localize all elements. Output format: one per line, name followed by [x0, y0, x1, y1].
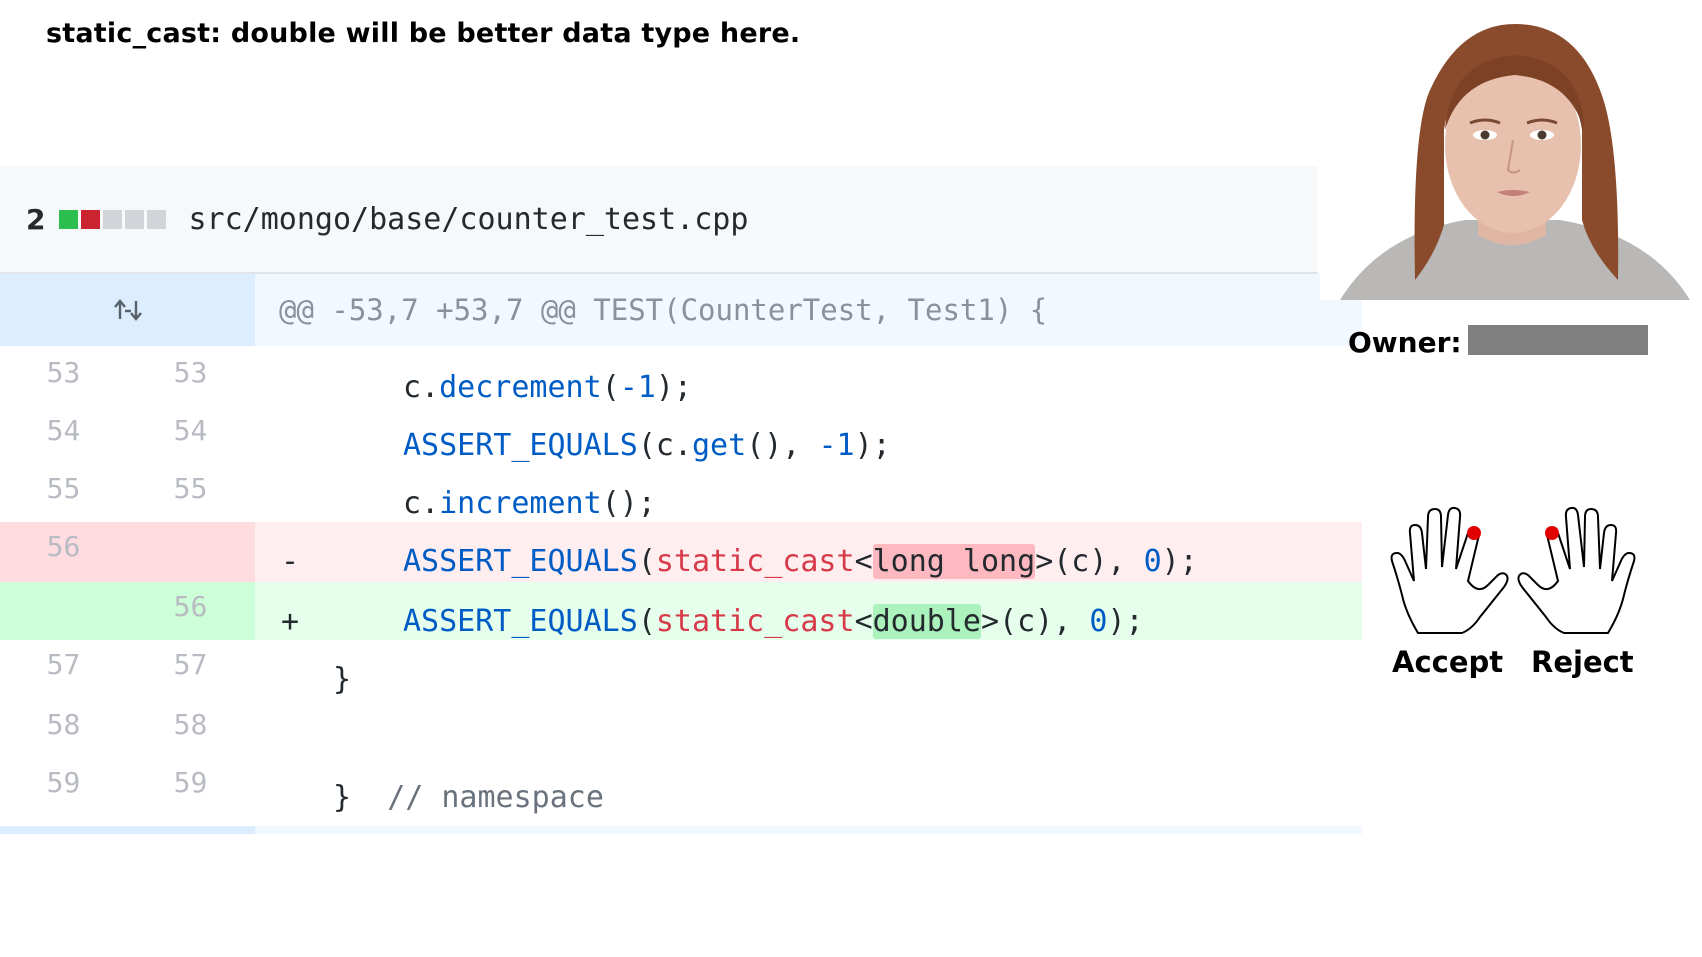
- code-content: ASSERT_EQUALS(c.get(), -1);: [403, 428, 891, 463]
- old-line-number[interactable]: [0, 582, 127, 640]
- owner-label: Owner:: [1348, 326, 1462, 359]
- old-line-number[interactable]: 58: [0, 700, 127, 758]
- new-line-number[interactable]: 57: [127, 640, 254, 700]
- diff-panel: 2 src/mongo/base/counter_test.cpp @@ -53…: [0, 166, 1362, 841]
- accept-button[interactable]: Accept: [1392, 645, 1503, 679]
- code-content: c.increment();: [403, 486, 656, 521]
- new-line-number[interactable]: 53: [127, 348, 254, 406]
- diffstat-block-neutral: [125, 209, 145, 229]
- diff-line: 53 53 c.decrement(-1);: [0, 348, 1362, 406]
- diff-line: 54 54 ASSERT_EQUALS(c.get(), -1);: [0, 406, 1362, 464]
- added-type: double: [872, 604, 981, 639]
- diff-line: 59 59 } // namespace: [0, 758, 1362, 824]
- code-content: [255, 700, 1362, 758]
- old-line-number[interactable]: 59: [0, 758, 127, 824]
- old-line-number[interactable]: 56: [0, 522, 127, 582]
- new-line-number[interactable]: 55: [127, 464, 254, 522]
- code-content: } // namespace: [333, 780, 604, 815]
- accept-hand-icon[interactable]: [1388, 503, 1510, 639]
- person-portrait-icon: [1340, 24, 1690, 300]
- expand-button[interactable]: [0, 274, 255, 346]
- diff-line: 58 58: [0, 700, 1362, 758]
- diff-footer: [0, 826, 1362, 834]
- code-content: c.decrement(-1);: [403, 370, 692, 405]
- file-header: 2 src/mongo/base/counter_test.cpp: [0, 166, 1318, 274]
- code-content: - ASSERT_EQUALS(static_cast<long long>(c…: [255, 522, 1362, 582]
- new-line-number[interactable]: 54: [127, 406, 254, 464]
- removed-type: long long: [872, 544, 1036, 579]
- code-content: }: [333, 662, 352, 697]
- deletion-marker: -: [281, 544, 300, 579]
- hunk-header-text: @@ -53,7 +53,7 @@ TEST(CounterTest, Test…: [255, 274, 1362, 346]
- old-line-number[interactable]: 57: [0, 640, 127, 700]
- file-path[interactable]: src/mongo/base/counter_test.cpp: [188, 202, 748, 237]
- diffstat-block-del: [81, 209, 101, 229]
- hunk-header: @@ -53,7 +53,7 @@ TEST(CounterTest, Test…: [0, 274, 1362, 346]
- old-line-number[interactable]: 53: [0, 348, 127, 406]
- review-question: static_cast: double will be better data …: [46, 18, 801, 49]
- unfold-icon: [113, 299, 142, 321]
- diffstat-block-neutral: [147, 209, 167, 229]
- old-line-number[interactable]: 55: [0, 464, 127, 522]
- diff-line-deleted: 56 - ASSERT_EQUALS(static_cast<long long…: [0, 522, 1362, 582]
- old-line-number[interactable]: 54: [0, 406, 127, 464]
- new-line-number[interactable]: [127, 522, 254, 582]
- owner-photo: [1320, 20, 1702, 300]
- reject-button[interactable]: Reject: [1531, 645, 1634, 679]
- diffstat-block-neutral: [103, 209, 123, 229]
- reject-hand-icon[interactable]: [1516, 503, 1638, 639]
- new-line-number[interactable]: 56: [127, 582, 254, 640]
- addition-marker: +: [281, 604, 300, 639]
- diffstat-block-add: [59, 209, 79, 229]
- code-comment: // namespace: [387, 780, 604, 815]
- diff-line: 55 55 c.increment();: [0, 464, 1362, 522]
- diff-line-added: 56 + ASSERT_EQUALS(static_cast<double>(c…: [0, 582, 1362, 640]
- diffstat: [59, 209, 167, 229]
- code-content: + ASSERT_EQUALS(static_cast<double>(c), …: [255, 582, 1362, 640]
- diff-line: 57 57 }: [0, 640, 1362, 700]
- change-count: 2: [26, 202, 46, 236]
- new-line-number[interactable]: 59: [127, 758, 254, 824]
- owner-name-redacted: [1468, 325, 1648, 355]
- new-line-number[interactable]: 58: [127, 700, 254, 758]
